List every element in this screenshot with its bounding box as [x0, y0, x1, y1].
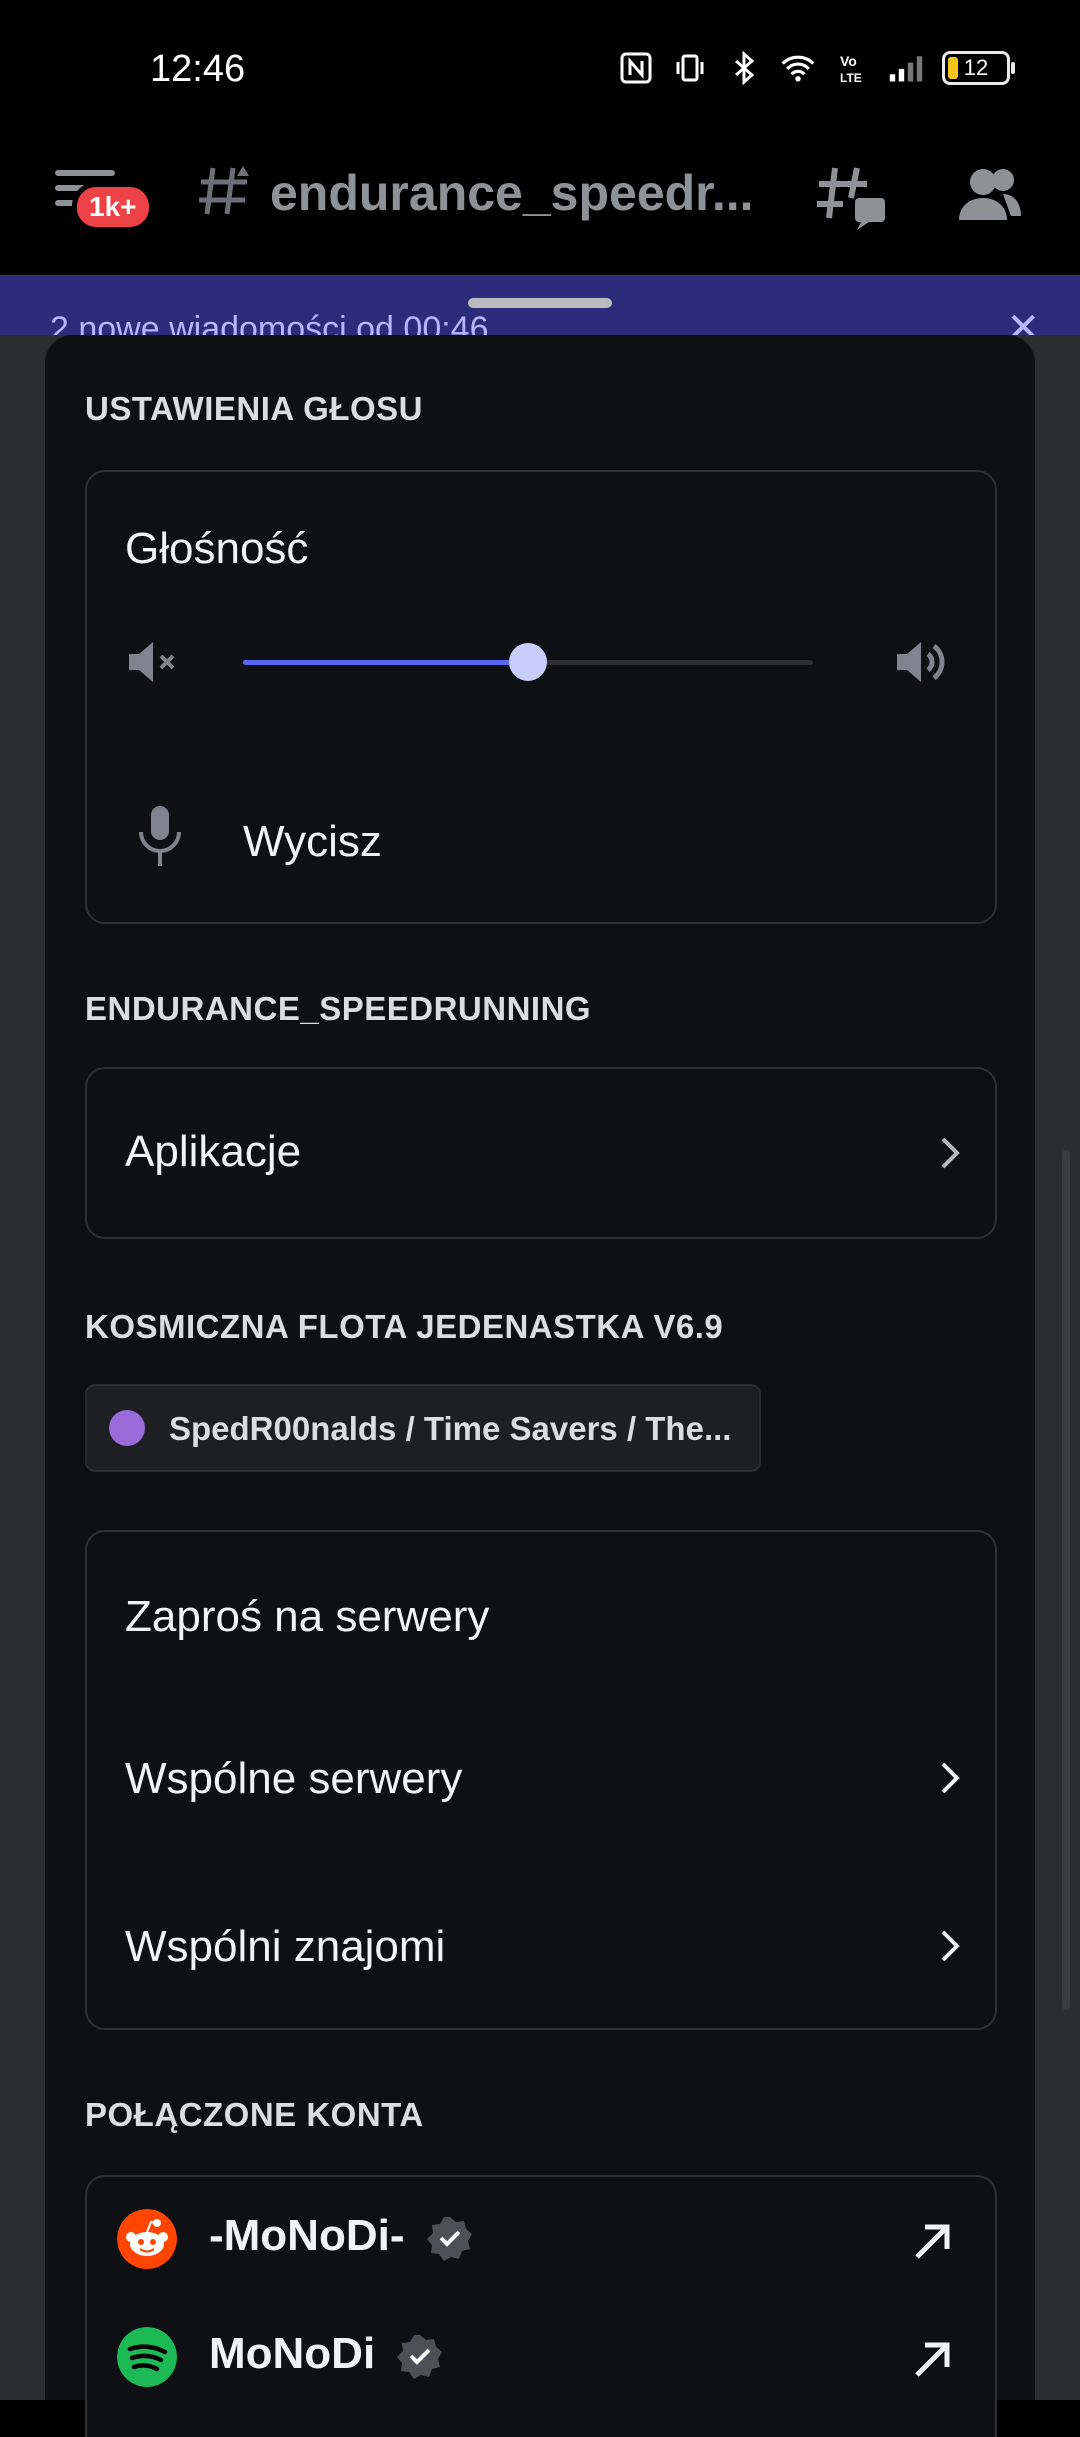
signal-icon [888, 50, 924, 86]
volume-max-icon [895, 632, 955, 692]
nfc-icon [618, 50, 654, 86]
activity-status-dot [109, 1410, 145, 1446]
chevron-right-icon [941, 1762, 960, 1794]
chevron-right-icon [941, 1930, 960, 1962]
activity-chip[interactable]: SpedR00nalds / Time Savers / The... [85, 1384, 761, 1472]
verified-icon [426, 2217, 472, 2262]
channel-title[interactable]: endurance_speedr... [270, 164, 770, 222]
members-icon[interactable] [955, 160, 1025, 230]
verified-icon [397, 2335, 443, 2380]
svg-text:Vo: Vo [840, 53, 857, 69]
threads-icon[interactable] [815, 160, 890, 235]
volume-slider-fill [243, 660, 528, 665]
battery-indicator: 12 [942, 51, 1015, 85]
voice-settings-header: USTAWIENIA GŁOSU [85, 390, 423, 427]
vibrate-icon [672, 50, 708, 86]
apps-label: Aplikacje [125, 1127, 302, 1176]
svg-text:LTE: LTE [840, 71, 862, 85]
mention-badge: 1k+ [72, 182, 154, 232]
voice-settings-card: Głośność Wycisz [85, 470, 997, 924]
status-time: 12:46 [150, 48, 246, 90]
reddit-icon [117, 2209, 177, 2269]
volume-slider-row [125, 632, 955, 692]
mute-label: Wycisz [243, 817, 382, 866]
channel-hash-icon [195, 160, 255, 233]
account-name: -MoNoDi- [209, 2211, 405, 2260]
connections-card: -MoNoDi- MoNoDi [85, 2175, 997, 2437]
mute-row[interactable]: Wycisz [125, 802, 955, 882]
external-link-icon[interactable] [911, 2219, 955, 2263]
server-section-header: ENDURANCE_SPEEDRUNNING [85, 990, 592, 1027]
sheet-drag-handle[interactable] [468, 298, 612, 308]
volte-icon: Vo LTE [834, 50, 870, 86]
status-icons: Vo LTE 12 [618, 50, 1015, 86]
mutual-friends-button[interactable]: Wspólni znajomi [125, 1922, 957, 1972]
profile-section-header: KOSMICZNA FLOTA JEDENASTKA V6.9 [85, 1308, 724, 1345]
connections-header: POŁĄCZONE KONTA [85, 2096, 424, 2133]
invite-to-servers-button[interactable]: Zaproś na serwery [125, 1592, 957, 1642]
account-name: MoNoDi [209, 2329, 376, 2378]
status-bar: 12:46 Vo LTE 12 [0, 0, 1080, 140]
volume-slider-knob[interactable] [509, 643, 547, 681]
microphone-icon [135, 802, 185, 872]
volume-slider[interactable] [243, 643, 813, 681]
volume-label: Głośność [125, 524, 309, 573]
chevron-right-icon [941, 1137, 960, 1169]
spotify-icon [117, 2327, 177, 2387]
actions-card: Zaproś na serwery Wspólne serwery Wspóln… [85, 1530, 997, 2030]
apps-card[interactable]: Aplikacje [85, 1067, 997, 1239]
activity-text: SpedR00nalds / Time Savers / The... [169, 1410, 732, 1447]
volume-mute-icon [125, 632, 185, 692]
battery-level: 12 [963, 55, 989, 80]
mutual-servers-button[interactable]: Wspólne serwery [125, 1754, 957, 1804]
wifi-icon [780, 50, 816, 86]
bluetooth-icon [726, 50, 762, 86]
scrollbar[interactable] [1062, 1150, 1070, 2010]
external-link-icon[interactable] [911, 2337, 955, 2381]
